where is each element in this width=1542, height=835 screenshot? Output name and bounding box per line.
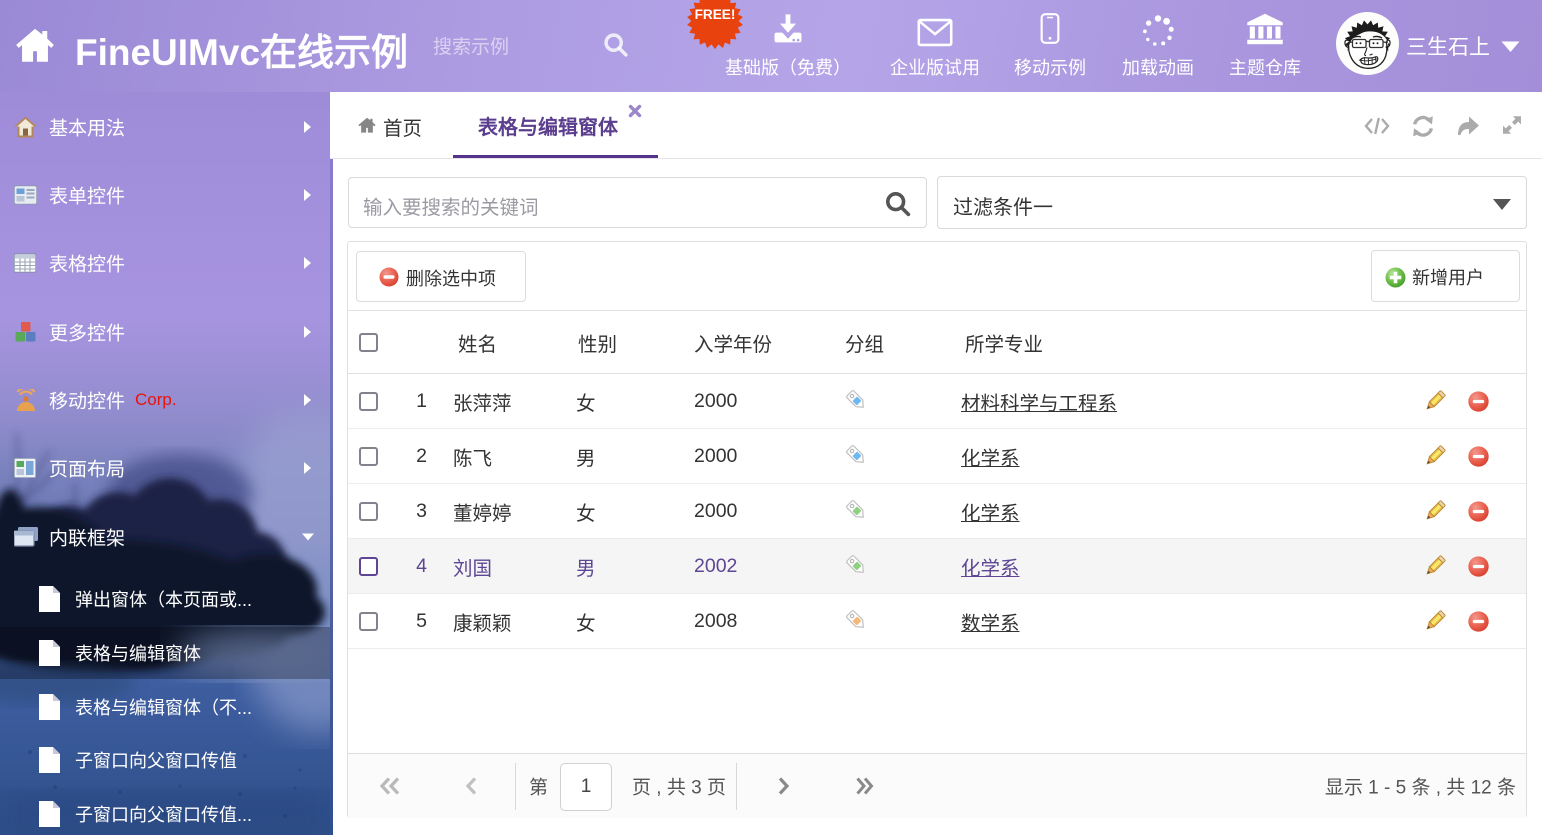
svg-text:FREE!: FREE! (695, 7, 736, 22)
